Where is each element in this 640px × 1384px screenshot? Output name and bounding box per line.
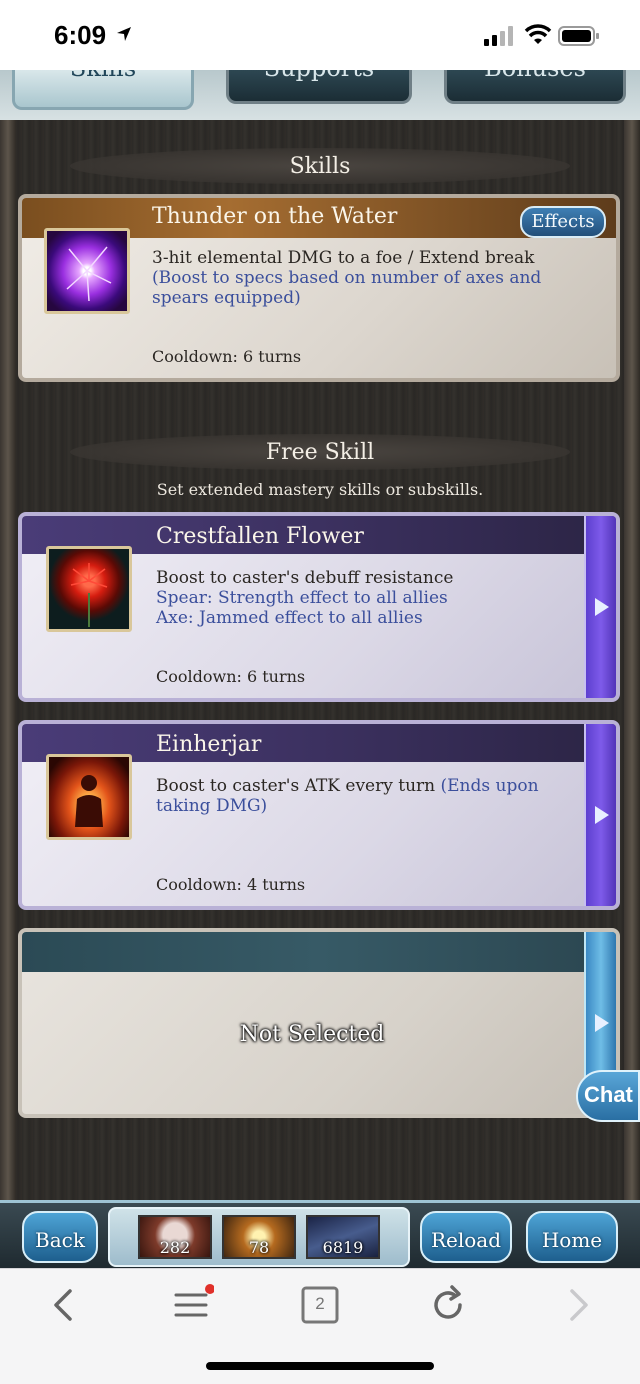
game-nav-bar: Back 282 78 6819 Reload Home	[0, 1200, 640, 1268]
free-skill-card-2[interactable]: Einherjar Boost to caster's ATK every tu…	[18, 720, 620, 910]
free-skill-name: Crestfallen Flower	[156, 524, 364, 549]
back-arrow-icon[interactable]	[42, 1283, 86, 1327]
empty-slot-title-bar	[22, 932, 616, 972]
battery-icon	[558, 26, 599, 46]
tab-skills-label: Skills	[70, 70, 136, 82]
skill-desc-blue: (Boost to specs based on number of axes …	[152, 268, 542, 308]
thunder-orb-icon	[44, 228, 130, 314]
flaming-warrior-icon	[46, 754, 132, 840]
skill-description: 3-hit elemental DMG to a foe / Extend br…	[152, 248, 572, 308]
item-counters[interactable]: 282 78 6819	[108, 1207, 410, 1267]
effects-button[interactable]: Effects	[520, 206, 606, 238]
counter-item-3[interactable]: 6819	[306, 1215, 380, 1259]
tab-bonuses-label: Bonuses	[484, 70, 586, 82]
free-skill-desc-blue-1: Spear: Strength effect to all allies	[156, 588, 448, 608]
reload-button[interactable]: Reload	[420, 1211, 512, 1263]
main-skill-card[interactable]: Thunder on the Water Effects 3-hit eleme…	[18, 194, 620, 382]
red-flower-icon	[46, 546, 132, 632]
status-bar: 6:09	[0, 0, 640, 70]
chat-button[interactable]: Chat	[576, 1070, 640, 1122]
free-skill-section-title: Free Skill	[265, 440, 375, 465]
menu-icon[interactable]	[170, 1283, 214, 1327]
counter-item-1[interactable]: 282	[138, 1215, 212, 1259]
counter-value: 282	[159, 1238, 191, 1257]
counter-value: 78	[248, 1238, 270, 1257]
wifi-icon	[524, 24, 552, 44]
not-selected-label: Not Selected	[239, 1022, 385, 1047]
skill-cooldown: Cooldown: 6 turns	[152, 347, 302, 366]
tabs-count: 2	[315, 1294, 325, 1313]
free-skill-name: Einherjar	[156, 732, 262, 757]
free-skill-subtitle: Set extended mastery skills or subskills…	[156, 480, 484, 499]
tab-supports-label: Supports	[264, 70, 375, 82]
warrior-silhouette-icon	[75, 775, 103, 827]
flower-stem-icon	[70, 563, 108, 627]
left-frame-border	[0, 120, 16, 1260]
skills-section-title: Skills	[289, 154, 351, 179]
tabs-button[interactable]: 2	[298, 1283, 342, 1327]
free-skill-empty-slot[interactable]: Not Selected	[18, 928, 620, 1118]
select-arrow-button[interactable]	[584, 516, 616, 698]
forward-arrow-icon[interactable]	[556, 1283, 600, 1327]
free-skill-card-1[interactable]: Crestfallen Flower Boost to caster's deb…	[18, 512, 620, 702]
skill-name: Thunder on the Water	[152, 204, 398, 229]
tab-bar: Skills Supports Bonuses	[0, 70, 640, 120]
status-time: 6:09	[54, 20, 107, 50]
lightning-icon	[66, 246, 112, 302]
free-skill-description: Boost to caster's debuff resistance Spea…	[156, 568, 576, 628]
tab-supports[interactable]: Supports	[226, 70, 412, 104]
home-button[interactable]: Home	[526, 1211, 618, 1263]
free-skill-desc-line: Boost to caster's ATK every turn	[156, 776, 436, 796]
free-skill-cooldown: Cooldown: 6 turns	[156, 667, 306, 686]
free-skill-cooldown: Cooldown: 4 turns	[156, 875, 306, 894]
free-skill-desc-line: Boost to caster's debuff resistance	[156, 568, 454, 588]
location-arrow-icon	[117, 27, 131, 41]
tab-bonuses[interactable]: Bonuses	[444, 70, 626, 104]
game-area: Skills Supports Bonuses Skills Thunder o…	[0, 70, 640, 1268]
cellular-signal-icon	[484, 26, 513, 46]
tab-skills[interactable]: Skills	[12, 70, 194, 110]
free-skill-desc-blue-2: Axe: Jammed effect to all allies	[156, 608, 423, 628]
back-button[interactable]: Back	[22, 1211, 98, 1263]
reload-icon[interactable]	[426, 1283, 470, 1327]
counter-value: 6819	[322, 1238, 364, 1257]
skill-desc-line: 3-hit elemental DMG to a foe / Extend br…	[152, 248, 535, 268]
free-skill-description: Boost to caster's ATK every turn (Ends u…	[156, 776, 576, 816]
counter-item-2[interactable]: 78	[222, 1215, 296, 1259]
select-arrow-button[interactable]	[584, 724, 616, 906]
home-indicator	[206, 1362, 434, 1370]
